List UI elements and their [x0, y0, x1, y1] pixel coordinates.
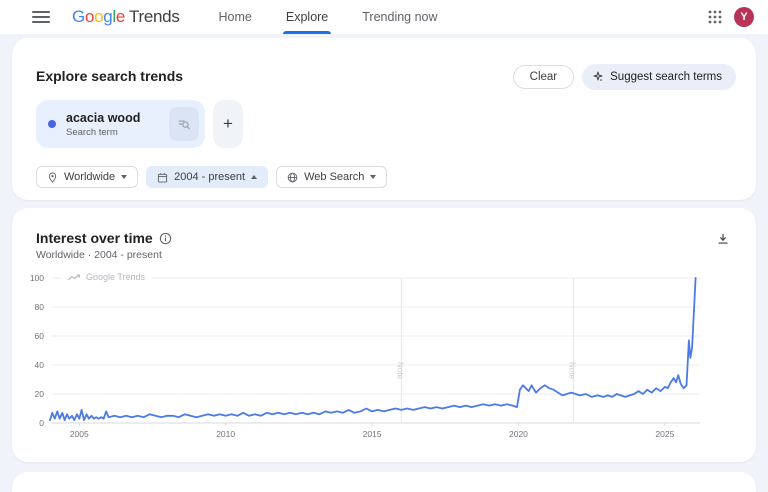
- google-trends-logo[interactable]: Google Trends: [72, 7, 180, 27]
- list-search-icon: [177, 117, 191, 131]
- trending-up-icon: [68, 273, 81, 282]
- page-title: Explore search trends: [36, 68, 183, 84]
- next-section-card: [12, 472, 756, 492]
- suggest-search-terms-button[interactable]: Suggest search terms: [582, 64, 736, 90]
- y-tick-label: 100: [30, 273, 44, 283]
- apps-grid-icon[interactable]: [708, 10, 722, 24]
- active-tab-underline: [283, 31, 331, 34]
- clear-button[interactable]: Clear: [513, 65, 574, 89]
- google-trends-watermark: Google Trends: [62, 272, 151, 282]
- edit-search-term-button[interactable]: [169, 107, 199, 141]
- add-comparison-term-button[interactable]: +: [213, 100, 243, 148]
- download-icon: [716, 232, 730, 246]
- x-tick-label: 2020: [509, 429, 528, 439]
- filter-worldwide[interactable]: Worldwide: [36, 166, 138, 188]
- interest-over-time-card: 0 20 40 60 80 100 2005 2010 2015 2020 2025 Note Note…: [12, 208, 756, 462]
- location-pin-icon: [47, 172, 58, 183]
- search-term-name: acacia wood: [66, 111, 169, 125]
- tab-trending-now[interactable]: Trending now: [345, 0, 454, 34]
- note-label: Note: [395, 362, 404, 379]
- sparkle-icon: [592, 71, 604, 83]
- series-color-dot: [48, 120, 56, 128]
- filter-2004-present[interactable]: 2004 - present: [146, 166, 268, 188]
- globe-icon: [287, 172, 298, 183]
- filter-web-search[interactable]: Web Search: [276, 166, 387, 188]
- filter-label: Web Search: [304, 171, 364, 183]
- tab-label: Explore: [286, 10, 328, 24]
- filter-bar: Worldwide 2004 - present Web Search: [36, 166, 387, 188]
- explore-card: Explore search trends Clear Suggest sear…: [12, 38, 756, 200]
- logo-letter: G: [72, 7, 85, 26]
- interest-over-time-chart[interactable]: 0 20 40 60 80 100 2005 2010 2015 2020 2025 Note Note: [12, 208, 756, 462]
- calendar-icon: [157, 172, 168, 183]
- logo-letter: o: [85, 7, 94, 26]
- tab-label: Trending now: [362, 10, 437, 24]
- avatar[interactable]: Y: [734, 7, 754, 27]
- tab-home[interactable]: Home: [202, 0, 269, 34]
- watermark-label: Google Trends: [86, 272, 145, 282]
- y-tick-label: 80: [35, 302, 45, 312]
- y-tick-label: 20: [35, 389, 45, 399]
- y-tick-label: 60: [35, 331, 45, 341]
- note-label: Note: [568, 362, 577, 379]
- search-term-type-label: Search term: [66, 127, 169, 138]
- chart-subtitle: Worldwide · 2004 - present: [36, 249, 162, 261]
- logo-letter: o: [94, 7, 103, 26]
- x-tick-label: 2005: [70, 429, 89, 439]
- tab-explore[interactable]: Explore: [269, 0, 345, 34]
- y-tick-label: 0: [39, 418, 44, 428]
- x-tick-label: 2025: [655, 429, 674, 439]
- tab-label: Home: [219, 10, 252, 24]
- download-button[interactable]: [716, 232, 730, 251]
- chevron-up-icon: [251, 175, 257, 179]
- trends-logo-text: Trends: [129, 7, 179, 27]
- search-term-chip[interactable]: acacia wood Search term: [36, 100, 205, 148]
- hamburger-menu-icon[interactable]: [32, 11, 50, 23]
- google-logo-text: Google: [72, 7, 125, 27]
- x-tick-label: 2015: [363, 429, 382, 439]
- y-tick-label: 40: [35, 360, 45, 370]
- info-icon[interactable]: [159, 232, 172, 245]
- trend-line-acacia-wood: [50, 278, 696, 420]
- topbar: Google Trends Home Explore Trending now Y: [0, 0, 768, 34]
- x-tick-label: 2010: [216, 429, 235, 439]
- logo-letter: e: [116, 7, 125, 26]
- chart-title: Interest over time: [36, 230, 153, 246]
- chevron-down-icon: [370, 175, 376, 179]
- filter-label: Worldwide: [64, 171, 115, 183]
- filter-label: 2004 - present: [174, 171, 245, 183]
- suggest-button-label: Suggest search terms: [610, 71, 722, 83]
- chevron-down-icon: [121, 175, 127, 179]
- main-nav: Home Explore Trending now: [202, 0, 455, 34]
